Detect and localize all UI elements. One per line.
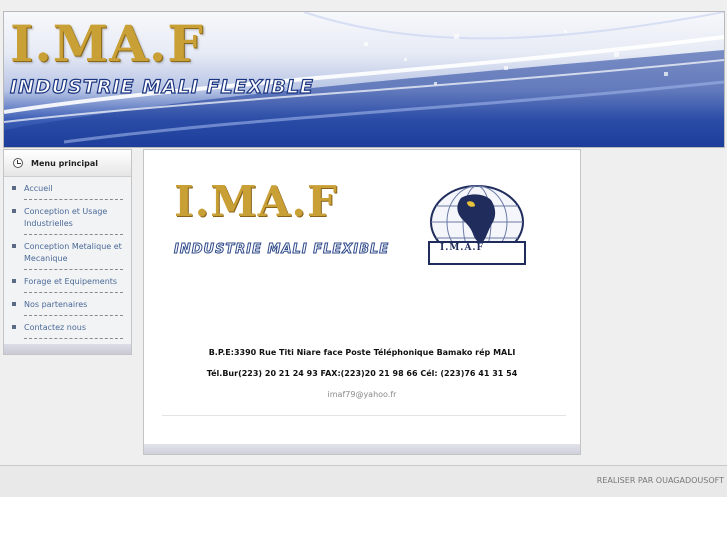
square-bullet-icon bbox=[12, 325, 16, 329]
sidebar-item-partenaires[interactable]: Nos partenaires bbox=[12, 293, 123, 316]
sidebar-item-label[interactable]: Nos partenaires bbox=[24, 300, 87, 309]
company-email[interactable]: imaf79@yahoo.fr bbox=[144, 390, 580, 399]
page-footer: REALISER PAR OUAGADOUSOFT bbox=[0, 465, 727, 497]
clock-icon bbox=[13, 158, 23, 168]
site-subtitle: INDUSTRIE MALI FLEXIBLE bbox=[9, 75, 314, 98]
sidebar-footer bbox=[4, 344, 131, 354]
sidebar-item-conception-usage[interactable]: Conception et Usage Industrielles bbox=[12, 200, 123, 235]
globe-logo-label: I.M.A.F bbox=[440, 243, 484, 253]
menu-header: Menu principal bbox=[4, 150, 131, 177]
square-bullet-icon bbox=[12, 302, 16, 306]
company-logo-title: I.MA.F bbox=[174, 177, 338, 226]
globe-logo-icon bbox=[428, 185, 526, 265]
square-bullet-icon bbox=[12, 186, 16, 190]
company-address: B.P.E:3390 Rue Titi Niare face Poste Tél… bbox=[208, 348, 516, 357]
square-bullet-icon bbox=[12, 244, 16, 248]
square-bullet-icon bbox=[12, 209, 16, 213]
sidebar-item-conception-metalique[interactable]: Conception Metalique et Mecanique bbox=[12, 235, 123, 270]
sidebar-item-label[interactable]: Accueil bbox=[24, 184, 53, 193]
site-title: I.MA.F bbox=[10, 14, 204, 73]
sidebar-item-accueil[interactable]: Accueil bbox=[12, 177, 123, 200]
sidebar-item-contact[interactable]: Contactez nous bbox=[12, 316, 123, 339]
main-footer-strip bbox=[144, 444, 580, 454]
sidebar-item-label[interactable]: Conception Metalique et Mecanique bbox=[24, 242, 122, 263]
main-content: I.MA.F INDUSTRIE MALI FLEXIBLE I.M.A.F B… bbox=[143, 149, 581, 455]
company-phones: Tél.Bur(223) 20 21 24 93 FAX:(223)20 21 … bbox=[206, 369, 518, 378]
content-divider bbox=[162, 415, 566, 416]
sidebar-item-label[interactable]: Conception et Usage Industrielles bbox=[24, 207, 107, 228]
sidebar-menu: Menu principal Accueil Conception et Usa… bbox=[3, 149, 132, 355]
square-bullet-icon bbox=[12, 279, 16, 283]
sidebar-item-forage[interactable]: Forage et Equipements bbox=[12, 270, 123, 293]
menu-list: Accueil Conception et Usage Industrielle… bbox=[4, 177, 131, 339]
sidebar-item-label[interactable]: Forage et Equipements bbox=[24, 277, 117, 286]
header-banner: I.MA.F INDUSTRIE MALI FLEXIBLE bbox=[3, 11, 725, 148]
company-logo-subtitle: INDUSTRIE MALI FLEXIBLE bbox=[173, 242, 390, 258]
menu-title: Menu principal bbox=[31, 158, 99, 168]
footer-credit: REALISER PAR OUAGADOUSOFT bbox=[596, 476, 724, 485]
sidebar-item-label[interactable]: Contactez nous bbox=[24, 323, 86, 332]
